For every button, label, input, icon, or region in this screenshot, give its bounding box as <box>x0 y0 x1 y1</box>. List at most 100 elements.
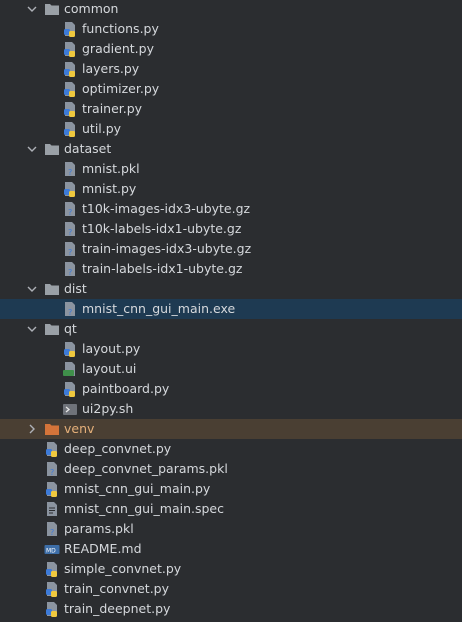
file-label: mnist_cnn_gui_main.py <box>64 481 211 496</box>
chevron-down-icon[interactable] <box>24 139 40 159</box>
file-label: train_convnet.py <box>64 581 170 596</box>
file-label: layout.py <box>82 341 141 356</box>
folder-label: common <box>64 1 119 16</box>
file-row[interactable]: ? params.pkl <box>0 519 462 539</box>
file-label: gradient.py <box>82 41 154 56</box>
project-tree: common functions.py gradient.py layers.p… <box>0 0 462 622</box>
unknown-file-icon: ? <box>65 202 75 217</box>
file-row[interactable]: optimizer.py <box>0 79 462 99</box>
file-row[interactable]: deep_convnet.py <box>0 439 462 459</box>
file-label: mnist_cnn_gui_main.spec <box>64 501 224 516</box>
svg-text:?: ? <box>68 268 72 277</box>
file-row[interactable]: paintboard.py <box>0 379 462 399</box>
svg-text:?: ? <box>68 228 72 237</box>
python-file-icon <box>64 22 75 37</box>
qt-ui-file-icon <box>63 362 75 376</box>
file-label: deep_convnet_params.pkl <box>64 461 228 476</box>
file-row[interactable]: simple_convnet.py <box>0 559 462 579</box>
folder-label: venv <box>64 421 95 436</box>
file-row[interactable]: ? train-labels-idx1-ubyte.gz <box>0 259 462 279</box>
folder-venv[interactable]: venv <box>0 419 462 439</box>
file-row[interactable]: ? mnist.pkl <box>0 159 462 179</box>
text-file-icon <box>47 502 57 516</box>
file-label: layers.py <box>82 61 140 76</box>
file-row[interactable]: ? t10k-images-idx3-ubyte.gz <box>0 199 462 219</box>
folder-dataset[interactable]: dataset <box>0 139 462 159</box>
file-row[interactable]: mnist_cnn_gui_main.spec <box>0 499 462 519</box>
svg-text:?: ? <box>68 208 72 217</box>
file-row[interactable]: train_convnet.py <box>0 579 462 599</box>
file-row[interactable]: gradient.py <box>0 39 462 59</box>
file-row[interactable]: layout.ui <box>0 359 462 379</box>
file-row[interactable]: util.py <box>0 119 462 139</box>
python-file-icon <box>46 562 57 577</box>
folder-label: qt <box>64 321 77 336</box>
file-row[interactable]: ? train-images-idx3-ubyte.gz <box>0 239 462 259</box>
file-row-selected[interactable]: ? mnist_cnn_gui_main.exe <box>0 299 462 319</box>
python-file-icon <box>46 582 57 597</box>
folder-icon <box>45 4 59 15</box>
file-row[interactable]: mnist_cnn_gui_main.py <box>0 479 462 499</box>
file-row[interactable]: ui2py.sh <box>0 399 462 419</box>
unknown-file-icon: ? <box>65 302 75 317</box>
folder-dist[interactable]: dist <box>0 279 462 299</box>
svg-text:?: ? <box>68 308 72 317</box>
folder-icon <box>45 144 59 155</box>
file-label: train-labels-idx1-ubyte.gz <box>82 261 243 276</box>
unknown-file-icon: ? <box>65 242 75 257</box>
svg-text:?: ? <box>68 168 72 177</box>
file-row[interactable]: functions.py <box>0 19 462 39</box>
file-label: t10k-labels-idx1-ubyte.gz <box>82 221 242 236</box>
svg-text:?: ? <box>68 248 72 257</box>
python-file-icon <box>46 602 57 617</box>
chevron-right-icon[interactable] <box>24 419 40 439</box>
file-label: train-images-idx3-ubyte.gz <box>82 241 252 256</box>
python-file-icon <box>46 442 57 457</box>
folder-icon <box>45 324 59 335</box>
file-label: deep_convnet.py <box>64 441 172 456</box>
shell-script-icon <box>63 404 77 415</box>
file-label: train_deepnet.py <box>64 601 171 616</box>
file-label: paintboard.py <box>82 381 170 396</box>
file-row[interactable]: MD README.md <box>0 539 462 559</box>
python-file-icon <box>64 62 75 77</box>
python-file-icon <box>64 102 75 117</box>
file-row[interactable]: trainer.py <box>0 99 462 119</box>
file-row[interactable]: layers.py <box>0 59 462 79</box>
folder-icon <box>45 284 59 295</box>
file-label: mnist.pkl <box>82 161 140 176</box>
file-label: layout.ui <box>82 361 137 376</box>
python-file-icon <box>64 182 75 197</box>
chevron-down-icon[interactable] <box>24 279 40 299</box>
python-file-icon <box>64 342 75 357</box>
svg-text:?: ? <box>50 468 54 477</box>
file-label: t10k-images-idx3-ubyte.gz <box>82 201 251 216</box>
python-file-icon <box>64 82 75 97</box>
file-label: simple_convnet.py <box>64 561 182 576</box>
file-label: mnist.py <box>82 181 137 196</box>
file-label: README.md <box>64 541 142 556</box>
unknown-file-icon: ? <box>47 522 57 537</box>
unknown-file-icon: ? <box>65 262 75 277</box>
file-row[interactable]: ? deep_convnet_params.pkl <box>0 459 462 479</box>
file-label: optimizer.py <box>82 81 160 96</box>
folder-label: dataset <box>64 141 112 156</box>
file-row[interactable]: mnist.py <box>0 179 462 199</box>
file-row[interactable]: train_deepnet.py <box>0 599 462 619</box>
file-label: trainer.py <box>82 101 143 116</box>
file-row[interactable]: ? t10k-labels-idx1-ubyte.gz <box>0 219 462 239</box>
folder-common[interactable]: common <box>0 0 462 19</box>
file-label: ui2py.sh <box>82 401 134 416</box>
file-row[interactable]: layout.py <box>0 339 462 359</box>
unknown-file-icon: ? <box>65 162 75 177</box>
markdown-file-icon: MD <box>44 545 60 555</box>
svg-text:?: ? <box>50 528 54 537</box>
chevron-down-icon[interactable] <box>24 319 40 339</box>
python-file-icon <box>46 482 57 497</box>
chevron-down-icon[interactable] <box>24 0 40 19</box>
python-file-icon <box>64 382 75 397</box>
excluded-folder-icon <box>45 424 59 435</box>
unknown-file-icon: ? <box>65 222 75 237</box>
python-file-icon <box>64 122 75 137</box>
folder-qt[interactable]: qt <box>0 319 462 339</box>
